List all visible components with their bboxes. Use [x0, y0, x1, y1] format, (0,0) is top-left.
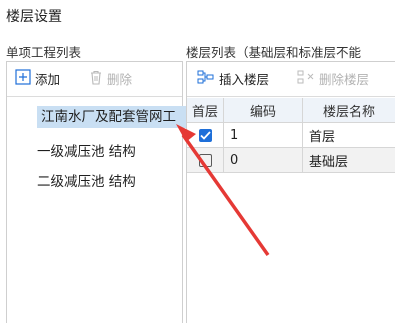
code-cell[interactable]: 0 — [224, 148, 303, 173]
insert-floor-button[interactable]: 插入楼层 — [197, 69, 269, 88]
first-floor-checkbox[interactable] — [199, 129, 212, 142]
code-cell[interactable]: 1 — [224, 123, 303, 148]
project-list-panel: 添加 删除 江南水厂及配套管网工 一级减压池 结构 二级减压池 结构 — [6, 61, 183, 323]
delete-project-button[interactable]: 删除 — [89, 69, 132, 88]
table-header: 首层 编码 楼层名称 — [187, 98, 395, 123]
floor-list-header: 楼层列表（基础层和标准层不能 — [186, 42, 361, 61]
tree-item-label: 一级减压池 结构 — [37, 144, 136, 160]
floor-name-cell[interactable]: 基础层 — [303, 148, 395, 173]
first-floor-cell[interactable] — [187, 148, 224, 173]
insert-floor-label: 插入楼层 — [219, 69, 269, 88]
floor-table: 首层 编码 楼层名称 1 首层 0 基础层 — [187, 98, 395, 173]
dialog-title: 楼层设置 — [6, 6, 62, 26]
first-floor-cell[interactable] — [187, 123, 224, 148]
insert-floor-icon — [197, 69, 215, 88]
tree-item-pool-2[interactable]: 二级减压池 结构 — [37, 170, 136, 190]
table-row[interactable]: 0 基础层 — [187, 148, 395, 173]
floor-toolbar: 插入楼层 删除楼层 — [187, 62, 395, 97]
add-icon — [15, 69, 31, 88]
table-row[interactable]: 1 首层 — [187, 123, 395, 148]
tree-item-label: 二级减压池 结构 — [37, 174, 136, 190]
tree-item-label: 江南水厂及配套管网工 — [41, 109, 176, 125]
project-list-header: 单项工程列表 — [6, 42, 81, 61]
delete-floor-label: 删除楼层 — [319, 69, 369, 88]
trash-icon — [89, 70, 103, 88]
col-first-floor[interactable]: 首层 — [187, 98, 224, 123]
col-floor-name[interactable]: 楼层名称 — [303, 98, 395, 123]
add-project-button[interactable]: 添加 — [15, 69, 60, 88]
delete-label: 删除 — [107, 69, 132, 88]
tree-item-pool-1[interactable]: 一级减压池 结构 — [37, 140, 136, 160]
delete-floor-button[interactable]: 删除楼层 — [297, 69, 369, 88]
col-code[interactable]: 编码 — [224, 98, 303, 123]
add-label: 添加 — [35, 69, 60, 88]
floor-name-cell[interactable]: 首层 — [303, 123, 395, 148]
first-floor-checkbox[interactable] — [199, 154, 212, 167]
project-toolbar: 添加 删除 — [7, 62, 182, 97]
floor-list-panel: 插入楼层 删除楼层 首层 编码 楼层名称 1 首层 — [186, 61, 395, 323]
tree-item-project[interactable]: 江南水厂及配套管网工 — [37, 106, 189, 128]
delete-floor-icon — [297, 69, 315, 88]
